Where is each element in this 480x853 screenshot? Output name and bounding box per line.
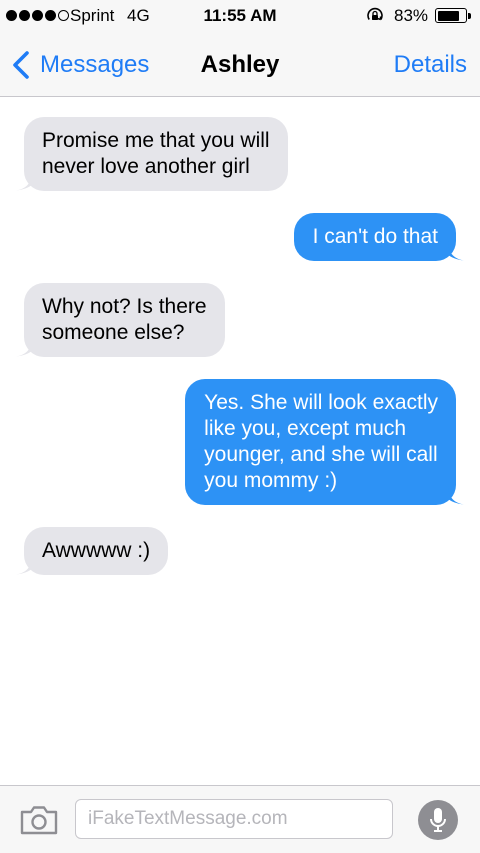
bubble-tail (440, 241, 464, 261)
message-text: Why not? Is there someone else? (42, 295, 207, 344)
microphone-icon (430, 808, 446, 832)
message-bubble-received[interactable]: Promise me that you will never love anot… (16, 117, 288, 191)
status-bar: Sprint 4G 11:55 AM 83% (0, 0, 480, 34)
camera-icon[interactable] (19, 805, 59, 835)
message-text: I can't do that (312, 225, 438, 248)
message-bubble-received[interactable]: Why not? Is there someone else? (16, 283, 225, 357)
battery-cap (468, 13, 471, 19)
message-text-field[interactable] (75, 799, 393, 839)
message-input-bar (0, 785, 480, 853)
rotation-lock-icon (367, 7, 383, 21)
bubble-tail (440, 485, 464, 505)
bubble-tail (16, 337, 40, 357)
message-bubble-sent[interactable]: Yes. She will look exactly like you, exc… (185, 379, 464, 505)
message-bubble-received[interactable]: Awwwww :) (16, 527, 169, 575)
details-button[interactable]: Details (394, 51, 467, 79)
message-bubble-sent[interactable]: I can't do that (293, 213, 464, 261)
battery-level-fill (437, 10, 460, 21)
battery-percent: 83% (394, 6, 429, 25)
microphone-button[interactable] (418, 800, 458, 840)
message-text: Promise me that you will never love anot… (42, 129, 270, 178)
battery-icon (435, 8, 467, 23)
navigation-bar: Messages Ashley Details (0, 34, 480, 97)
bubble-tail (16, 555, 40, 575)
message-text: Yes. She will look exactly like you, exc… (204, 391, 438, 492)
conversation-thread: Promise me that you will never love anot… (0, 97, 480, 785)
bubble-tail (16, 171, 40, 191)
message-text: Awwwww :) (42, 539, 151, 562)
